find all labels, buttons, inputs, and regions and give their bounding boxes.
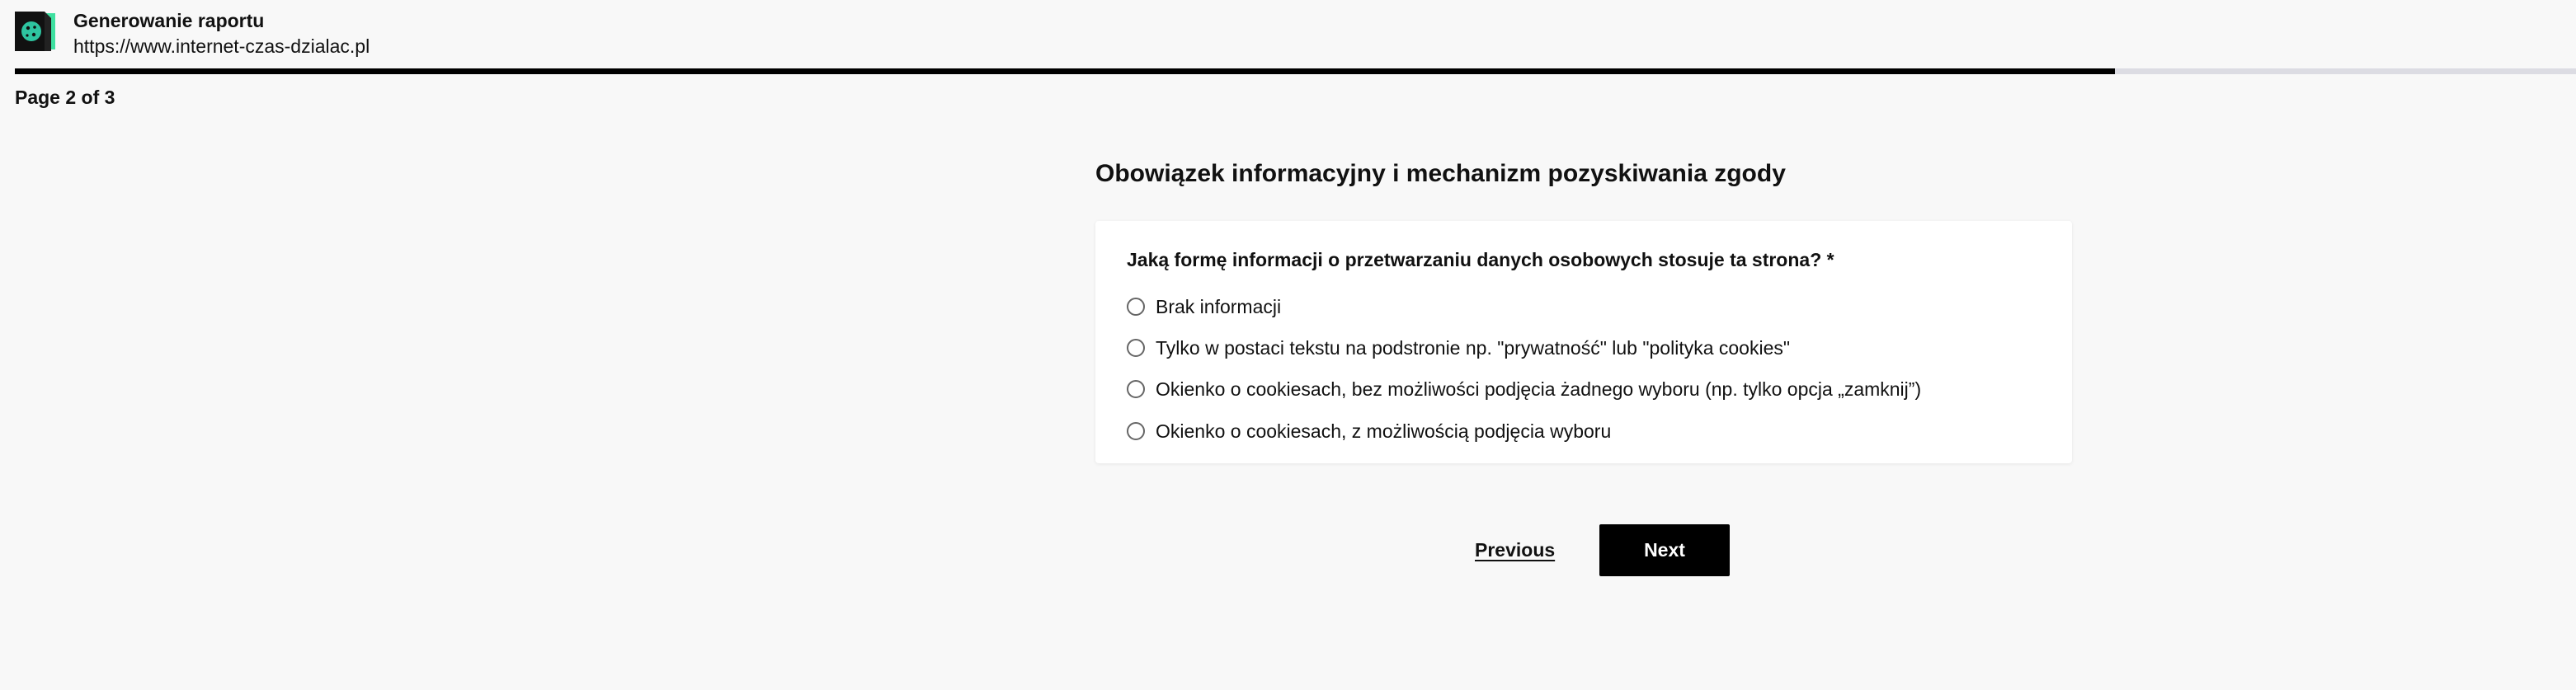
radio-button[interactable] — [1127, 298, 1145, 316]
cookie-scanner-logo-icon — [15, 12, 55, 51]
question-text: Jaką formę informacji o przetwarzaniu da… — [1127, 249, 1834, 270]
app-title: Generowanie raportu — [73, 10, 265, 31]
section-title: Obowiązek informacyjny i mechanizm pozys… — [1095, 160, 1786, 187]
app-header: Generowanie raportu https://www.internet… — [0, 0, 2576, 68]
radio-option-brak-informacji[interactable]: Brak informacji — [1127, 293, 1281, 321]
question-card: Jaką formę informacji o przetwarzaniu da… — [1095, 221, 2072, 463]
radio-option-tekst-na-podstronie[interactable]: Tylko w postaci tekstu na podstronie np.… — [1127, 334, 1790, 362]
previous-button[interactable]: Previous — [1475, 536, 1555, 564]
radio-option-label: Tylko w postaci tekstu na podstronie np.… — [1156, 337, 1791, 359]
page-indicator: Page 2 of 3 — [15, 87, 115, 108]
radio-button[interactable] — [1127, 339, 1145, 357]
progress-bar — [15, 68, 2576, 74]
radio-option-okienko-z-wyborem[interactable]: Okienko o cookiesach, z możliwością podj… — [1127, 417, 1611, 445]
radio-option-label: Brak informacji — [1156, 296, 1282, 317]
radio-button[interactable] — [1127, 380, 1145, 398]
next-button[interactable]: Next — [1599, 524, 1730, 576]
progress-bar-fill — [15, 68, 2116, 74]
header-text: Generowanie raportu https://www.internet… — [73, 8, 370, 59]
radio-option-label: Okienko o cookiesach, bez możliwości pod… — [1156, 378, 1922, 400]
radio-option-okienko-bez-wyboru[interactable]: Okienko o cookiesach, bez możliwości pod… — [1127, 375, 1921, 403]
radio-button[interactable] — [1127, 422, 1145, 440]
radio-option-label: Okienko o cookiesach, z możliwością podj… — [1156, 420, 1612, 442]
site-url: https://www.internet-czas-dzialac.pl — [73, 35, 370, 57]
